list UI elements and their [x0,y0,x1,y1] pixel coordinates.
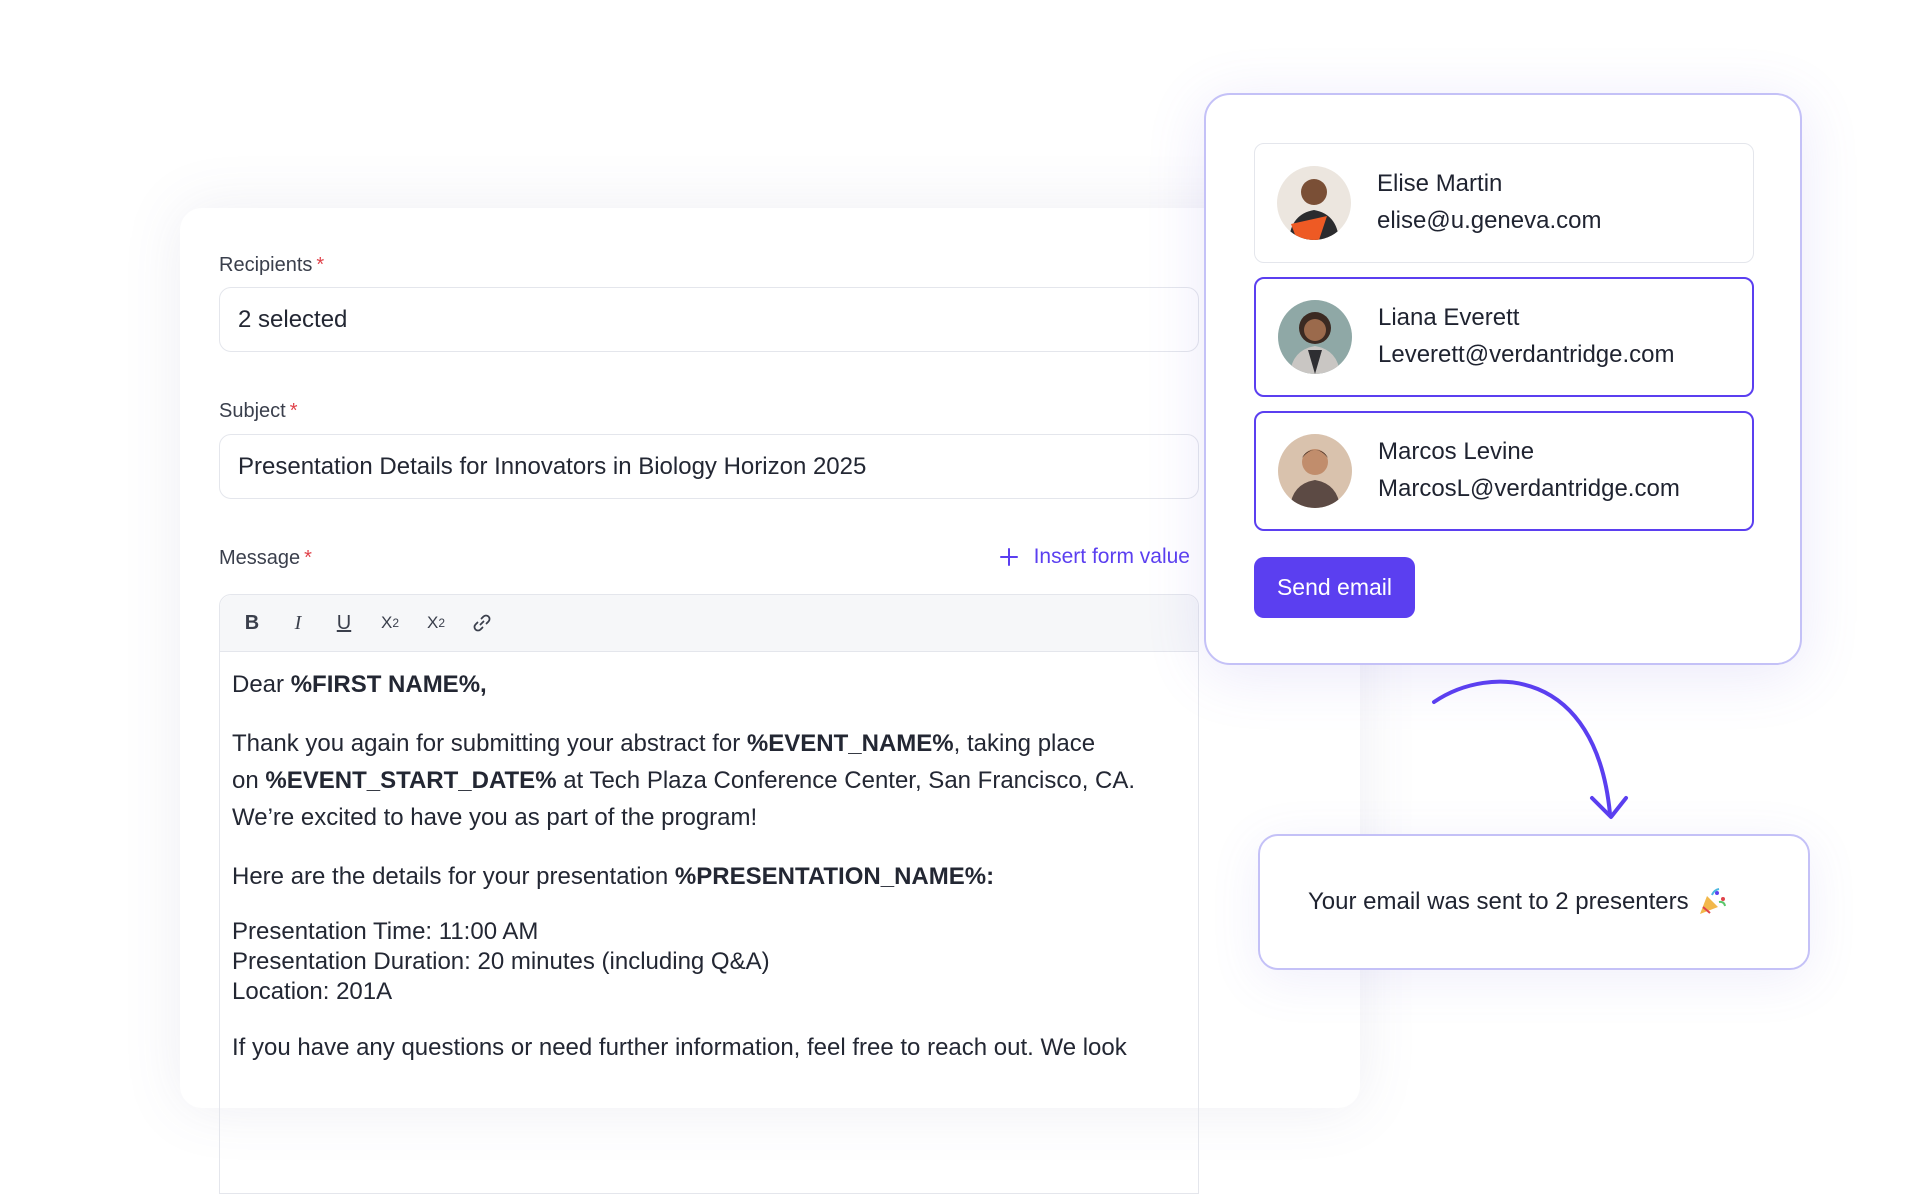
recipient-email: elise@u.geneva.com [1377,207,1602,234]
recipient-card[interactable]: Marcos Levine MarcosL@verdantridge.com [1254,411,1754,531]
avatar [1278,434,1352,508]
recipient-email: Leverett@verdantridge.com [1378,341,1675,368]
subject-field[interactable]: Presentation Details for Innovators in B… [219,434,1199,499]
confirmation-message: Your email was sent to 2 presenters [1308,888,1689,915]
party-popper-icon [1699,888,1726,914]
confirmation-toast: Your email was sent to 2 presenters [1258,834,1810,970]
recipients-label: Recipients * [219,254,325,276]
underline-button[interactable]: U [330,609,358,637]
recipient-name: Marcos Levine [1378,438,1535,465]
details-list: Presentation Time: 11:00 AM Presentation… [232,917,1186,1007]
editor-toolbar: B I U X2 X2 [220,595,1198,652]
event-name-token: %EVENT_NAME% [746,730,954,757]
presentation-duration: Presentation Duration: 20 minutes (inclu… [232,948,770,975]
avatar [1277,166,1351,240]
required-mark: * [304,547,312,569]
link-button[interactable] [468,609,496,637]
event-start-date-token: %EVENT_START_DATE% [265,767,557,794]
intro-paragraph: Thank you again for submitting your abst… [232,730,1136,831]
presentation-name-token: %PRESENTATION_NAME%: [674,863,995,890]
plus-icon [999,548,1018,566]
message-body[interactable]: Dear %FIRST NAME%, Thank you again for s… [220,652,1198,1102]
required-mark: * [316,254,325,276]
subject-value: Presentation Details for Innovators in B… [238,452,867,480]
recipient-email: MarcosL@verdantridge.com [1378,475,1680,502]
bold-button[interactable]: B [238,609,266,637]
recipients-field[interactable]: 2 selected [219,287,1199,352]
closing-paragraph: If you have any questions or need furthe… [232,1034,1127,1061]
recipients-value: 2 selected [238,305,348,333]
insert-form-value-link[interactable]: Insert form value [999,545,1190,569]
details-paragraph: Here are the details for your presentati… [232,863,995,890]
recipient-name: Elise Martin [1377,170,1503,197]
recipient-name: Liana Everett [1378,304,1520,331]
greeting-line: Dear %FIRST NAME%, [232,671,487,698]
send-email-button[interactable]: Send email [1254,557,1415,618]
superscript-button[interactable]: X2 [376,609,404,637]
subject-label: Subject * [219,400,298,422]
insert-form-value-label: Insert form value [1033,545,1190,568]
presentation-location: Location: 201A [232,978,393,1005]
subscript-button[interactable]: X2 [422,609,450,637]
message-label: Message * [219,547,312,569]
required-mark: * [289,400,298,422]
recipient-card[interactable]: Liana Everett Leverett@verdantridge.com [1254,277,1754,397]
email-form-card: Recipients * 2 selected Subject * Presenta… [180,208,1360,1194]
first-name-token: %FIRST NAME%, [290,671,487,698]
italic-button[interactable]: I [284,609,312,637]
avatar [1278,300,1352,374]
curved-arrow-icon [1432,679,1628,819]
link-icon [473,614,491,632]
presentation-time: Presentation Time: 11:00 AM [232,918,539,945]
message-editor[interactable]: B I U X2 X2 Dear %FIRST NAME%, Thank you… [219,594,1199,1194]
recipient-card[interactable]: Elise Martin elise@u.geneva.com [1254,143,1754,263]
recipients-panel: Elise Martin elise@u.geneva.com Liana Ev… [1204,93,1802,665]
